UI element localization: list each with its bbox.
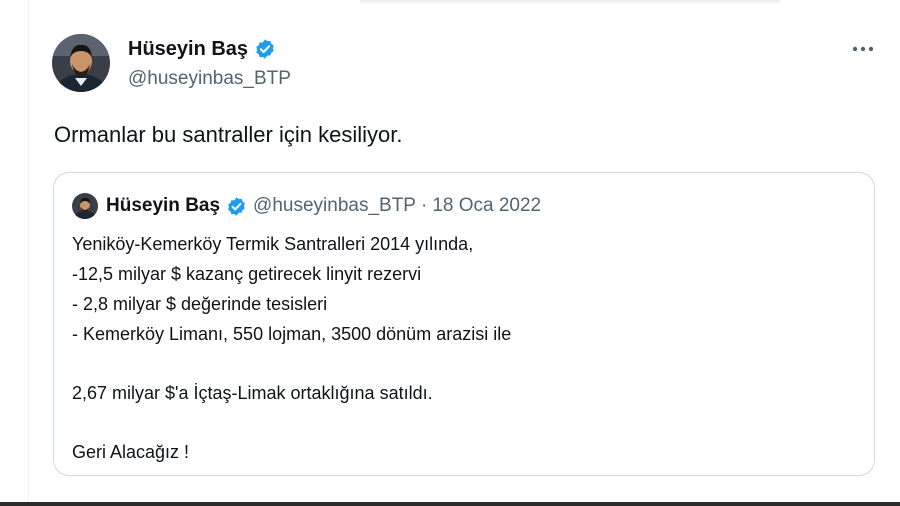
quoted-text-line: Yeniköy-Kemerköy Termik Santralleri 2014… — [72, 234, 474, 254]
quoted-verified-badge-icon — [226, 196, 247, 217]
quoted-author-handle[interactable]: @huseyinbas_BTP — [253, 195, 416, 217]
author-name[interactable]: Hüseyin Baş — [128, 38, 248, 61]
verified-badge-icon[interactable] — [254, 38, 276, 60]
quoted-text-line: - Kemerköy Limanı, 550 lojman, 3500 dönü… — [72, 324, 512, 344]
quoted-tweet-header: Hüseyin Baş @huseyinbas_BTP · 18 Oca 202… — [72, 193, 541, 219]
avatar[interactable] — [52, 34, 110, 92]
quoted-text-line: - 2,8 milyar $ değerinde tesisleri — [72, 294, 328, 314]
bottom-edge-bar — [0, 502, 900, 506]
tweet-card[interactable]: Hüseyin Baş @huseyinbas_BTP Ormanlar bu … — [0, 0, 900, 502]
more-horizontal-icon — [852, 46, 874, 52]
quoted-text-line: -12,5 milyar $ kazanç getirecek linyit r… — [72, 264, 422, 284]
quoted-author-name[interactable]: Hüseyin Baş — [106, 195, 220, 217]
more-options-button[interactable] — [848, 36, 878, 62]
separator-dot: · — [420, 195, 428, 216]
quoted-avatar[interactable] — [72, 193, 98, 219]
quoted-tweet-date[interactable]: 18 Oca 2022 — [432, 195, 541, 217]
author-info[interactable]: Hüseyin Baş @huseyinbas_BTP — [128, 36, 291, 90]
quoted-tweet[interactable]: Hüseyin Baş @huseyinbas_BTP · 18 Oca 202… — [53, 172, 875, 476]
author-handle[interactable]: @huseyinbas_BTP — [128, 68, 291, 90]
tweet-text: Ormanlar bu santraller için kesiliyor. — [54, 122, 403, 147]
quoted-text-line: 2,67 milyar $'a İçtaş-Limak ortaklığına … — [72, 383, 433, 403]
quoted-text-line: Geri Alacağız ! — [72, 442, 190, 462]
quoted-tweet-text: Yeniköy-Kemerköy Termik Santralleri 2014… — [72, 229, 511, 467]
